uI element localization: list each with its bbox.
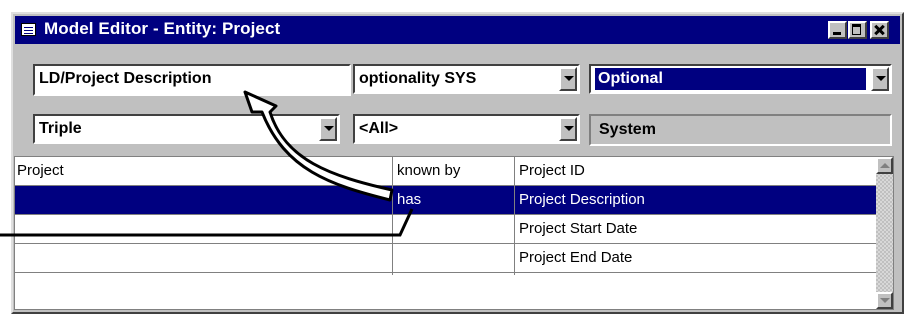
vertical-scrollbar[interactable] <box>876 157 893 309</box>
grid-cell-attribute: Project ID <box>519 162 585 179</box>
all-combo[interactable]: <All> <box>353 114 580 144</box>
column-divider <box>514 157 515 275</box>
maximize-button[interactable] <box>848 21 867 39</box>
grid-cell-attribute: Project Description <box>519 191 645 208</box>
chevron-down-icon[interactable] <box>559 67 577 91</box>
grid-cell-entity: Project <box>17 162 64 179</box>
table-row[interactable]: Project End Date <box>15 244 878 273</box>
optionality-combo-value: optionality SYS <box>359 70 477 87</box>
scroll-down-icon[interactable] <box>876 292 893 309</box>
name-field[interactable]: LD/Project Description <box>33 64 351 96</box>
chevron-down-icon[interactable] <box>319 117 337 141</box>
table-row[interactable]: Project Start Date <box>15 215 878 244</box>
grid-cell-relation <box>395 244 515 272</box>
grid-cell-relation <box>395 215 515 243</box>
triple-combo-value: Triple <box>39 120 82 137</box>
table-row[interactable]: has Project Description <box>15 186 878 215</box>
optionality-combo[interactable]: optionality SYS <box>353 64 580 94</box>
chevron-down-icon[interactable] <box>871 67 889 91</box>
grid-cell-entity <box>17 215 391 243</box>
optional-combo[interactable]: Optional <box>589 64 892 94</box>
grid-cell-relation: known by <box>397 162 461 179</box>
all-combo-value: <All> <box>359 120 399 137</box>
optional-combo-value: Optional <box>595 68 866 90</box>
grid-cell-relation: has <box>397 191 422 208</box>
chevron-down-icon[interactable] <box>559 117 577 141</box>
minimize-button[interactable] <box>828 21 847 39</box>
close-button[interactable] <box>870 21 889 39</box>
column-divider <box>392 157 393 275</box>
table-icon[interactable] <box>21 23 36 36</box>
grid-cell-entity <box>17 186 391 214</box>
triple-combo[interactable]: Triple <box>33 114 340 144</box>
grid-cell-entity <box>17 244 391 272</box>
grid-cell-attribute: Project End Date <box>519 249 633 266</box>
scroll-up-icon[interactable] <box>876 157 893 174</box>
model-editor-window: Model Editor - Entity: Project LD/Projec… <box>11 12 904 314</box>
window-title: Model Editor - Entity: Project <box>44 19 281 38</box>
table-row[interactable]: Project known by Project ID <box>15 157 878 186</box>
title-bar[interactable]: Model Editor - Entity: Project <box>15 16 900 44</box>
grid-cell-attribute: Project Start Date <box>519 220 638 237</box>
system-label: System <box>589 114 892 146</box>
attribute-grid[interactable]: Project known by Project ID has Project … <box>14 156 894 310</box>
